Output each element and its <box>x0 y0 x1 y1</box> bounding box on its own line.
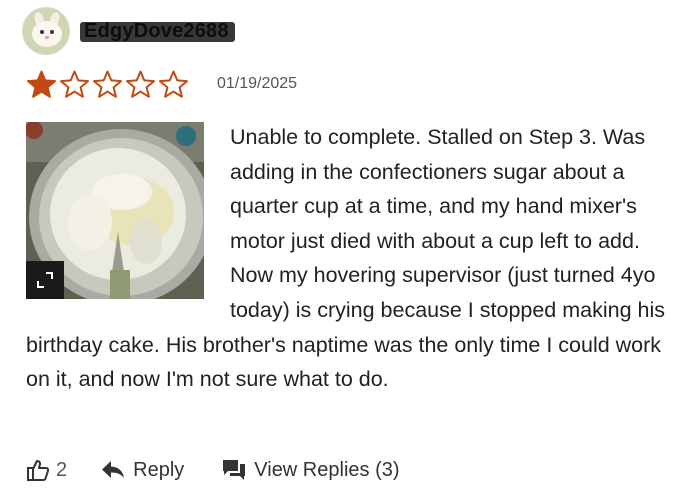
star-outline-icon <box>93 70 122 98</box>
like-count: 2 <box>56 458 68 481</box>
username[interactable]: EdgyDove2688 <box>80 20 235 43</box>
avatar-face <box>32 21 62 47</box>
avatar-eye-right <box>50 30 54 34</box>
view-replies-label: View Replies (3) <box>254 458 400 481</box>
review-body: Unable to complete. Stalled on Step 3. W… <box>26 120 676 397</box>
photo-spacer <box>26 120 230 325</box>
star-filled-icon <box>27 70 56 98</box>
review-date: 01/19/2025 <box>217 75 298 92</box>
thumbs-up-icon <box>27 460 50 481</box>
like-button[interactable]: 2 <box>26 458 67 482</box>
reply-button[interactable]: Reply <box>101 459 184 482</box>
review-header: EdgyDove2688 <box>22 6 235 56</box>
view-replies-button[interactable]: View Replies (3) <box>222 458 400 482</box>
review-actions: 2 Reply View Replies (3) <box>26 454 400 486</box>
reply-arrow-icon <box>102 461 125 478</box>
chat-bubbles-icon <box>223 460 246 480</box>
star-outline-icon <box>60 70 89 98</box>
avatar-nose <box>45 36 49 39</box>
star-outline-icon <box>126 70 155 98</box>
star-outline-icon <box>159 70 188 98</box>
avatar[interactable] <box>22 7 70 55</box>
avatar-eye-left <box>40 30 44 34</box>
rating-row: 01/19/2025 <box>26 70 297 98</box>
star-rating <box>26 70 191 98</box>
reply-label: Reply <box>133 458 185 481</box>
